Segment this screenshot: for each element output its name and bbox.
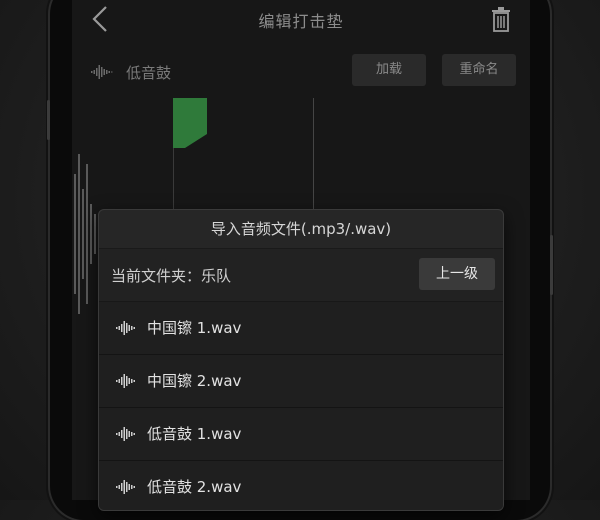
start-marker-handle[interactable] [173, 98, 207, 148]
rename-button[interactable]: 重命名 [442, 54, 516, 86]
waveform-icon [116, 480, 135, 494]
file-name: 中国镲 2.wav [147, 372, 242, 390]
phone-side-button [47, 100, 50, 140]
current-folder-row: 当前文件夹：乐队 上一级 [99, 249, 503, 302]
current-folder-label: 当前文件夹： [111, 267, 202, 285]
current-folder-text: 当前文件夹：乐队 [111, 265, 231, 286]
track-name: 低音鼓 [126, 64, 172, 82]
waveform-icon [116, 374, 135, 388]
top-bar: 编辑打击垫 [72, 0, 530, 40]
file-name: 低音鼓 1.wav [147, 425, 242, 443]
waveform-icon [116, 321, 135, 335]
dialog-title: 导入音频文件(.mp3/.wav) [99, 210, 503, 249]
list-item[interactable]: 中国镲 2.wav [99, 355, 503, 408]
track-row: 低音鼓 加载 重命名 [72, 52, 530, 92]
current-folder-value: 乐队 [201, 267, 232, 285]
waveform-icon [116, 427, 135, 441]
page-title: 编辑打击垫 [258, 12, 344, 31]
phone-side-button [550, 235, 553, 295]
list-item[interactable]: 中国镲 1.wav [99, 302, 503, 355]
trash-icon[interactable] [490, 6, 512, 32]
file-list: 中国镲 1.wav 中国镲 2.wav 低音鼓 1.wav 低音鼓 2.wav [99, 302, 503, 510]
file-name: 低音鼓 2.wav [147, 478, 242, 496]
file-name: 中国镲 1.wav [147, 319, 242, 337]
parent-folder-button[interactable]: 上一级 [419, 258, 495, 290]
waveform-icon [91, 65, 113, 79]
import-audio-dialog: 导入音频文件(.mp3/.wav) 当前文件夹：乐队 上一级 中国镲 1.wav [98, 209, 504, 511]
list-item[interactable]: 低音鼓 1.wav [99, 408, 503, 461]
list-item[interactable]: 低音鼓 2.wav [99, 461, 503, 510]
load-button[interactable]: 加载 [352, 54, 426, 86]
